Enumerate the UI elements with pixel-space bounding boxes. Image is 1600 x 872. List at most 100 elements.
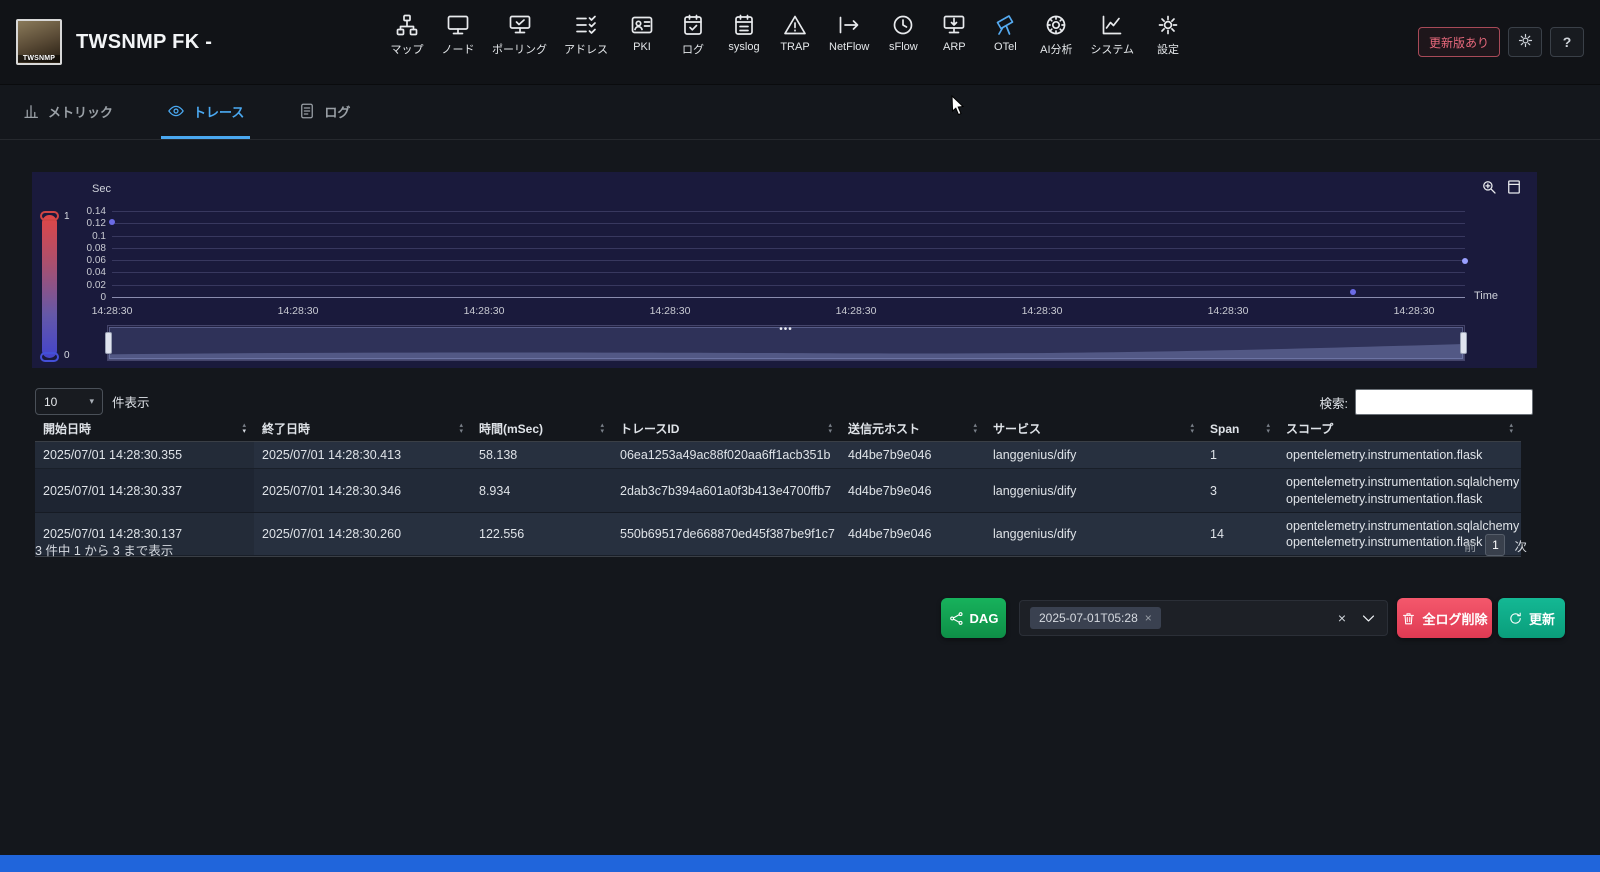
- trace-row[interactable]: 2025/07/01 14:28:30.337 2025/07/01 14:28:…: [35, 469, 1521, 513]
- y-tick-label: 0.02: [86, 279, 106, 291]
- nav-item-label: 設定: [1157, 44, 1180, 56]
- system-icon: [1100, 13, 1124, 37]
- nav-item-log[interactable]: ログ: [676, 13, 710, 57]
- theme-settings-button[interactable]: [1508, 27, 1542, 57]
- dag-icon: [949, 611, 964, 626]
- prev-page-button[interactable]: 前: [1464, 536, 1477, 555]
- trace-row[interactable]: 2025/07/01 14:28:30.355 2025/07/01 14:28:…: [35, 442, 1521, 470]
- select-chevron-down-icon[interactable]: [1360, 610, 1377, 627]
- x-tick-label: 14:28:30: [649, 305, 691, 317]
- nav-item-polling[interactable]: ポーリング: [492, 13, 547, 57]
- sflow-icon: [891, 13, 915, 37]
- footer-bar: [0, 855, 1600, 872]
- cell-span: 3: [1210, 483, 1217, 498]
- cell-service: langgenius/dify: [993, 527, 1077, 541]
- nav-item-arp[interactable]: ARP: [937, 13, 971, 53]
- cell-host: 4d4be7b9e046: [848, 483, 932, 498]
- trace-row[interactable]: 2025/07/01 14:28:30.137 2025/07/01 14:28:…: [35, 512, 1521, 557]
- tab-metrics[interactable]: メトリック: [16, 86, 119, 139]
- gridline: [112, 235, 1465, 237]
- trace-chart-panel: 0 0.02 0.04 0.06 0.08 0.1 0.12 0.14 14:28:30 14:2…: [32, 172, 1537, 368]
- page-size-value: 10: [44, 394, 58, 409]
- x-tick-label: 14:28:30: [91, 305, 133, 317]
- column-header-span[interactable]: Span ▴ ▾: [1202, 418, 1278, 440]
- column-header-duration[interactable]: 時間(mSec) ▴ ▾: [471, 416, 612, 441]
- nav-item-syslog[interactable]: syslog: [727, 13, 761, 53]
- trash-icon: [1401, 611, 1416, 626]
- update-available-button[interactable]: 更新版あり: [1417, 27, 1500, 57]
- y-tick-label: 0.08: [86, 242, 106, 254]
- restore-icon[interactable]: [1505, 178, 1523, 196]
- dag-label: DAG: [969, 610, 999, 626]
- nav-item-settings[interactable]: 設定: [1151, 13, 1185, 57]
- column-label: 終了日時: [262, 422, 311, 436]
- help-button[interactable]: ?: [1550, 27, 1584, 57]
- visualmap-gradient[interactable]: [42, 215, 57, 358]
- nav-item-map[interactable]: マップ: [390, 13, 424, 57]
- column-header-start[interactable]: 開始日時 ▴ ▾: [35, 416, 254, 441]
- column-label: スコープ: [1286, 422, 1334, 436]
- visualmap-min-handle[interactable]: [40, 352, 59, 362]
- chart-toolbox: [1480, 178, 1523, 196]
- table-header-row: 開始日時 ▴ ▾ 終了日時 ▴ ▾ 時間(mSec) ▴ ▾ トレースID ▴ ▾ 送信元ホスト ▴ ▾ サー…: [35, 416, 1521, 442]
- nav-item-trap[interactable]: TRAP: [778, 13, 812, 53]
- scope-line: opentelemetry.instrumentation.flask: [1286, 491, 1483, 506]
- scatter-point[interactable]: [1349, 288, 1356, 295]
- tab-traces[interactable]: トレース: [161, 86, 251, 139]
- column-header-scope[interactable]: スコープ ▴ ▾: [1278, 416, 1521, 441]
- clear-filter-icon[interactable]: ×: [1332, 610, 1352, 626]
- nav-item-label: ARP: [943, 41, 966, 53]
- app-logo: TWSNMP: [16, 19, 62, 65]
- nav-item-node[interactable]: ノード: [441, 13, 475, 57]
- logo-text: TWSNMP: [18, 55, 60, 62]
- current-page-button[interactable]: 1: [1485, 534, 1506, 556]
- column-header-end[interactable]: 終了日時 ▴ ▾: [254, 416, 471, 441]
- scatter-point[interactable]: [1462, 258, 1468, 265]
- pagination: 前 1 次: [1464, 534, 1527, 556]
- search-input[interactable]: [1355, 389, 1533, 415]
- chip-remove-icon[interactable]: ×: [1145, 611, 1152, 625]
- refresh-label: 更新: [1528, 611, 1555, 627]
- column-header-service[interactable]: サービス ▴ ▾: [985, 416, 1202, 441]
- dag-button[interactable]: DAG: [941, 598, 1006, 638]
- cell-duration: 122.556: [479, 527, 525, 541]
- tab-logs[interactable]: ログ: [292, 86, 356, 139]
- nav-item-ai[interactable]: AI分析: [1039, 13, 1073, 57]
- nav-item-sflow[interactable]: sFlow: [886, 13, 920, 53]
- nav-item-netflow[interactable]: NetFlow: [829, 13, 869, 53]
- visualmap-max-handle[interactable]: [40, 211, 59, 221]
- cell-span: 14: [1210, 527, 1224, 541]
- nav-item-otel[interactable]: OTel: [988, 13, 1022, 53]
- column-label: 開始日時: [43, 422, 92, 436]
- next-page-button[interactable]: 次: [1514, 536, 1527, 555]
- syslog-icon: [732, 13, 756, 37]
- page-size-select[interactable]: 10 ▾: [35, 388, 103, 415]
- gear-icon: [1517, 32, 1534, 52]
- scatter-point[interactable]: [109, 218, 115, 225]
- refresh-button[interactable]: 更新: [1498, 598, 1565, 638]
- trace-table: 開始日時 ▴ ▾ 終了日時 ▴ ▾ 時間(mSec) ▴ ▾ トレースID ▴ ▾ 送信元ホスト ▴ ▾ サー…: [35, 416, 1521, 558]
- datazoom-left-handle[interactable]: [105, 332, 112, 354]
- column-header-host[interactable]: 送信元ホスト ▴ ▾: [840, 416, 985, 441]
- sort-icon: ▴ ▾: [1266, 421, 1270, 435]
- table-body: 2025/07/01 14:28:30.355 2025/07/01 14:28:…: [35, 442, 1521, 558]
- column-header-trace_id[interactable]: トレースID ▴ ▾: [612, 416, 840, 441]
- gridline: [112, 260, 1465, 262]
- nav-item-address[interactable]: アドレス: [564, 13, 608, 57]
- nav-item-pki[interactable]: PKI: [625, 13, 659, 53]
- datazoom-slider[interactable]: •••: [105, 325, 1467, 361]
- zoom-select-icon[interactable]: [1480, 178, 1498, 196]
- visualmap-min-label: 0: [64, 350, 70, 361]
- time-filter-select[interactable]: 2025-07-01T05:28 × ×: [1019, 600, 1388, 636]
- datazoom-right-handle[interactable]: [1460, 332, 1467, 354]
- tab-label: メトリック: [48, 104, 114, 120]
- datazoom-grip-dots[interactable]: •••: [779, 325, 793, 335]
- column-label: サービス: [993, 422, 1042, 436]
- delete-all-logs-button[interactable]: 全ログ削除: [1397, 598, 1492, 638]
- cell-end: 2025/07/01 14:28:30.260: [262, 527, 402, 541]
- visualmap-max-label: 1: [64, 211, 70, 222]
- y-tick-label: 0.06: [86, 255, 106, 267]
- gridline: [112, 211, 1465, 212]
- brand: TWSNMP TWSNMP FK -: [16, 19, 212, 65]
- nav-item-system[interactable]: システム: [1090, 13, 1134, 57]
